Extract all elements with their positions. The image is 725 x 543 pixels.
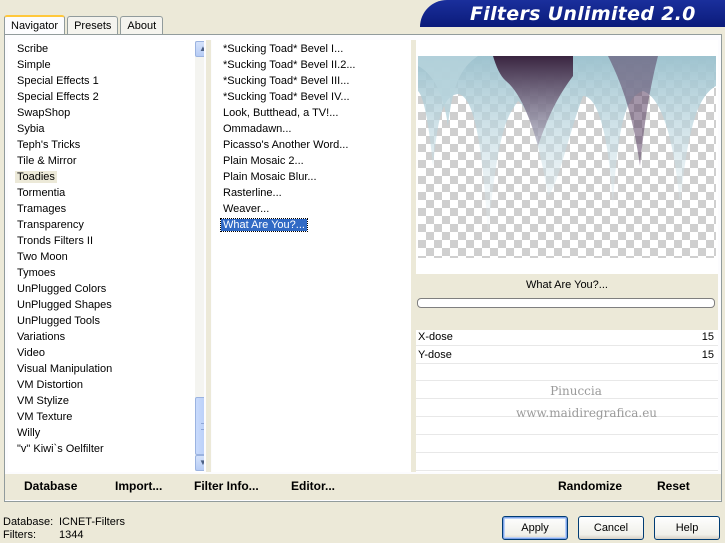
category-item[interactable]: VM Distortion — [14, 377, 194, 393]
filter-info-area: What Are You?... — [416, 274, 718, 330]
category-item[interactable]: "v" Kiwi`s Oelfilter — [14, 441, 194, 457]
splitter[interactable] — [206, 40, 211, 472]
bottom-toolbar: Database Import... Filter Info... Editor… — [5, 474, 721, 500]
category-item[interactable]: Teph's Tricks — [14, 137, 194, 153]
help-button[interactable]: Help — [654, 516, 720, 540]
randomize-button[interactable]: Randomize — [558, 479, 622, 493]
filter-list[interactable]: *Sucking Toad* Bevel I... *Sucking Toad* … — [212, 40, 411, 472]
scroll-up-button[interactable]: ▲ — [195, 41, 204, 57]
category-list[interactable]: Scribe Simple Special Effects 1 Special Eff… — [8, 40, 204, 472]
filter-item[interactable]: Rasterline... — [221, 185, 411, 201]
category-item[interactable]: Special Effects 2 — [14, 89, 194, 105]
param-label: Y-dose — [418, 349, 452, 361]
filter-item[interactable]: Plain Mosaic 2... — [221, 153, 411, 169]
filter-item[interactable]: Ommadawn... — [221, 121, 411, 137]
param-label: X-dose — [418, 331, 453, 343]
category-item[interactable]: Transparency — [14, 217, 194, 233]
filter-item[interactable]: Picasso's Another Word... — [221, 137, 411, 153]
app-banner: Filters Unlimited 2.0 — [420, 0, 725, 27]
param-value[interactable]: 15 — [702, 329, 714, 345]
category-item[interactable]: Scribe — [14, 41, 194, 57]
database-value: ICNET-Filters — [59, 516, 125, 528]
category-item[interactable]: Video — [14, 345, 194, 361]
category-item[interactable]: Special Effects 1 — [14, 73, 194, 89]
param-row-empty — [416, 455, 718, 471]
category-item[interactable]: SwapShop — [14, 105, 194, 121]
tab-about[interactable]: About — [120, 16, 164, 35]
category-item[interactable]: Tymoes — [14, 265, 194, 281]
filter-item[interactable]: *Sucking Toad* Bevel II.2... — [221, 57, 411, 73]
category-item[interactable]: Toadies — [14, 169, 194, 185]
category-item[interactable]: Variations — [14, 329, 194, 345]
category-item[interactable]: Tramages — [14, 201, 194, 217]
category-item[interactable]: VM Texture — [14, 409, 194, 425]
filters-count: 1344 — [59, 529, 84, 541]
category-item[interactable]: UnPlugged Tools — [14, 313, 194, 329]
category-item[interactable]: Simple — [14, 57, 194, 73]
scroll-down-button[interactable]: ▼ — [195, 455, 204, 471]
cancel-button[interactable]: Cancel — [578, 516, 644, 540]
category-item[interactable]: Visual Manipulation — [14, 361, 194, 377]
reset-button[interactable]: Reset — [657, 479, 690, 493]
category-item[interactable]: Willy — [14, 425, 194, 441]
category-scrollbar[interactable]: ▲ ▼ — [195, 41, 204, 471]
status-info: Database: ICNET-Filters Filters: 1344 — [3, 516, 125, 542]
filter-item[interactable]: What Are You?... — [220, 217, 411, 233]
category-item[interactable]: Tronds Filters II — [14, 233, 194, 249]
current-filter-name: What Are You?... — [526, 279, 608, 291]
category-item[interactable]: UnPlugged Shapes — [14, 297, 194, 313]
filter-item[interactable]: Weaver... — [221, 201, 411, 217]
progress-bar — [417, 298, 715, 308]
filters-label: Filters: — [3, 529, 36, 541]
scroll-thumb[interactable] — [195, 397, 204, 455]
filter-item[interactable]: *Sucking Toad* Bevel IV... — [221, 89, 411, 105]
editor-button[interactable]: Editor... — [291, 479, 335, 493]
tab-presets[interactable]: Presets — [67, 16, 119, 35]
tab-navigator[interactable]: Navigator — [4, 15, 66, 36]
watermark: Pinuccia www.maidiregrafica.eu — [516, 384, 658, 420]
param-value[interactable]: 15 — [702, 347, 714, 363]
import-button[interactable]: Import... — [115, 479, 162, 493]
category-item[interactable]: Tile & Mirror — [14, 153, 194, 169]
category-item[interactable]: Two Moon — [14, 249, 194, 265]
filter-item[interactable]: Plain Mosaic Blur... — [221, 169, 411, 185]
apply-button[interactable]: Apply — [502, 516, 568, 540]
filter-info-button[interactable]: Filter Info... — [194, 479, 259, 493]
category-item[interactable]: UnPlugged Colors — [14, 281, 194, 297]
param-row-empty — [416, 365, 718, 381]
preview-image — [418, 56, 716, 258]
category-item[interactable]: Sybia — [14, 121, 194, 137]
param-row-empty — [416, 437, 718, 453]
filter-item[interactable]: *Sucking Toad* Bevel III... — [221, 73, 411, 89]
category-item[interactable]: VM Stylize — [14, 393, 194, 409]
preview-panel: What Are You?... X-dose 15 Y-dose 15 Pin… — [416, 40, 718, 472]
tab-strip: Navigator Presets About — [4, 14, 165, 36]
param-row[interactable]: Y-dose 15 — [416, 347, 718, 364]
category-item[interactable]: Tormentia — [14, 185, 194, 201]
filter-item[interactable]: *Sucking Toad* Bevel I... — [221, 41, 411, 57]
database-label: Database: — [3, 516, 54, 528]
database-button[interactable]: Database — [24, 479, 77, 493]
param-row[interactable]: X-dose 15 — [416, 329, 718, 346]
filter-item[interactable]: Look, Butthead, a TV!... — [221, 105, 411, 121]
